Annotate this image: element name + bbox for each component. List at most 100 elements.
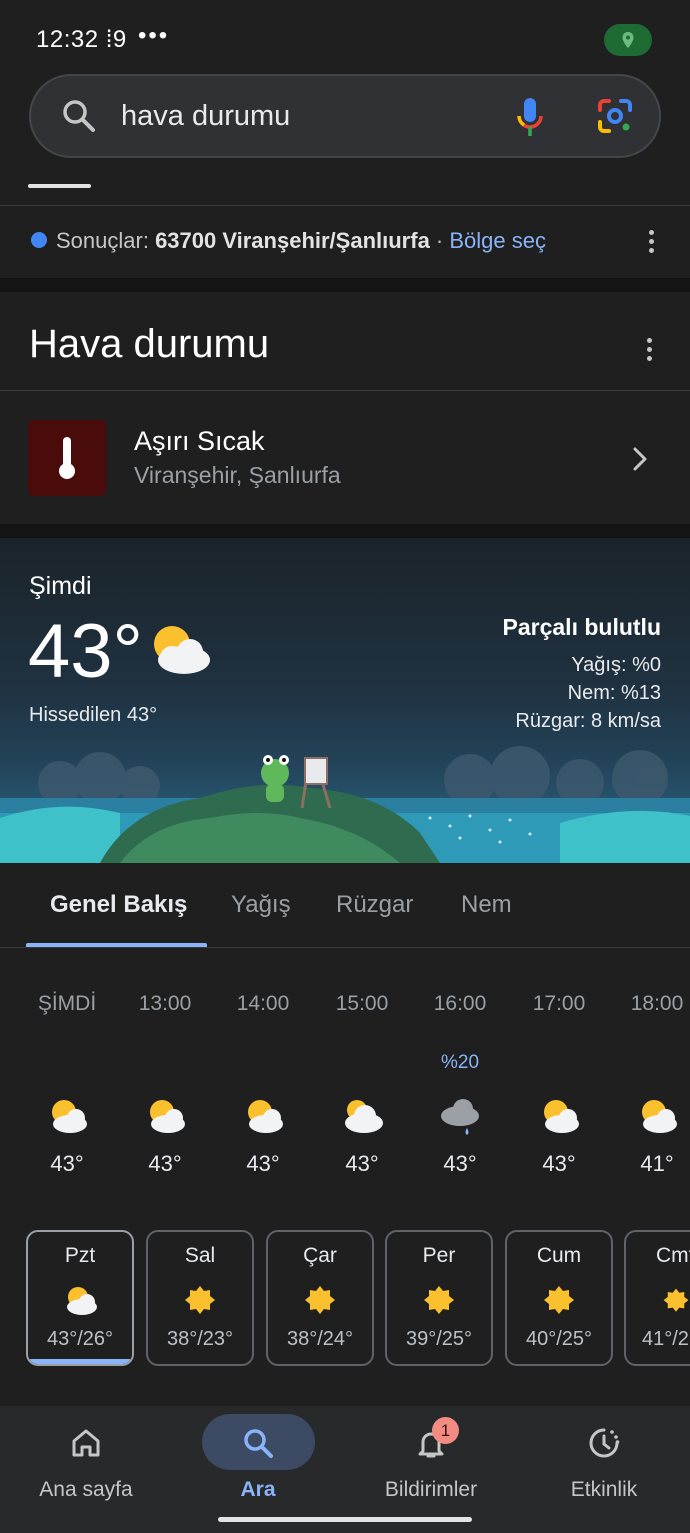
day-temps: 38°/24°	[286, 1328, 354, 1350]
status-time: 12:32 ⁞9	[36, 26, 127, 53]
select-region-link[interactable]: Bölge seç	[449, 228, 546, 253]
results-location-row: Sonuçlar: 63700 Viranşehir/Şanlıurfa · B…	[0, 206, 690, 278]
nav-activity-label: Etkinlik	[570, 1478, 638, 1501]
day-name: Cum	[536, 1244, 582, 1267]
tab-precipitation[interactable]: Yağış	[231, 891, 291, 919]
results-more-icon[interactable]	[648, 230, 654, 256]
home-icon	[0, 1426, 172, 1460]
mostly-cloudy-icon	[317, 1096, 407, 1134]
hour-temp: 43°	[148, 1151, 182, 1176]
condition-text: Parçalı bulutlu	[502, 614, 661, 640]
day-card-friday[interactable]: Cum 40°/25°	[505, 1230, 613, 1366]
partly-cloudy-icon	[612, 1096, 690, 1134]
hour-temp: 43°	[345, 1151, 379, 1176]
hour-label: 16:00	[433, 992, 487, 1015]
day-temps: 41°/2	[642, 1328, 689, 1350]
humidity-text: Nem: %13	[567, 682, 661, 704]
sun-icon	[507, 1284, 611, 1318]
tab-wind[interactable]: Rüzgar	[336, 891, 413, 919]
google-lens-icon[interactable]	[595, 96, 635, 141]
nav-search[interactable]: Ara	[172, 1406, 344, 1533]
nav-home[interactable]: Ana sayfa	[0, 1406, 172, 1533]
nav-home-label: Ana sayfa	[39, 1478, 133, 1501]
hour-label: 14:00	[236, 992, 290, 1015]
nav-notifications[interactable]: Bildirimler	[345, 1406, 517, 1533]
page-title: Hava durumu	[29, 322, 270, 366]
heat-alert-row[interactable]: Aşırı Sıcak Viranşehir, Şanlıurfa	[0, 392, 690, 524]
sun-icon	[268, 1284, 372, 1318]
hour-temp: 43°	[50, 1151, 84, 1176]
rain-cloud-icon	[415, 1096, 505, 1140]
nav-notifications-label: Bildirimler	[384, 1478, 478, 1501]
bell-icon	[345, 1426, 517, 1460]
wind-text: Rüzgar: 8 km/sa	[515, 710, 661, 732]
sun-icon	[387, 1284, 491, 1318]
partly-cloudy-icon	[120, 1096, 210, 1134]
day-name: Sal	[184, 1244, 216, 1267]
gesture-bar[interactable]	[218, 1517, 472, 1522]
hour-temp: 43°	[443, 1151, 477, 1176]
search-input[interactable]: hava durumu	[121, 100, 290, 133]
day-card-tuesday[interactable]: Sal 38°/23°	[146, 1230, 254, 1366]
selected-day-indicator	[28, 1359, 132, 1364]
chevron-right-icon[interactable]	[632, 446, 648, 477]
partly-cloudy-icon	[22, 1096, 112, 1134]
day-temps: 38°/23°	[166, 1328, 234, 1350]
hour-label: 13:00	[138, 992, 192, 1015]
day-name: Çar	[303, 1244, 337, 1267]
hour-label: ŞİMDİ	[37, 992, 97, 1015]
section-gap	[0, 278, 690, 292]
notification-badge: 1	[432, 1417, 459, 1444]
divider	[0, 390, 690, 391]
current-weather-panel: Şimdi 43° Hissedilen 43° Parçalı bulutlu…	[0, 538, 690, 863]
weather-illustration	[0, 746, 690, 863]
alert-location: Viranşehir, Şanlıurfa	[134, 462, 341, 488]
day-name: Pzt	[64, 1244, 96, 1267]
results-location-text: Sonuçlar: 63700 Viranşehir/Şanlıurfa · B…	[56, 228, 546, 253]
sun-icon	[148, 1284, 252, 1318]
tab-overview[interactable]: Genel Bakış	[50, 891, 187, 919]
hour-temp: 41°	[640, 1151, 674, 1176]
mic-icon[interactable]	[515, 96, 545, 143]
day-temps: 43°/26°	[46, 1328, 114, 1350]
weather-tabs: Genel Bakış Yağış Rüzgar Nem	[0, 863, 690, 948]
search-box[interactable]: hava durumu	[29, 74, 661, 158]
day-card-wednesday[interactable]: Çar 38°/24°	[266, 1230, 374, 1366]
thermometer-icon	[28, 420, 106, 496]
day-name: Cmt	[656, 1244, 690, 1267]
partly-cloudy-icon	[514, 1096, 604, 1134]
hour-label: 18:00	[630, 992, 684, 1015]
precip-text: Yağış: %0	[571, 654, 661, 676]
tab-humidity[interactable]: Nem	[461, 891, 512, 919]
day-card-saturday[interactable]: Cmt 41°/2	[624, 1230, 690, 1366]
activity-history-icon	[518, 1426, 690, 1460]
day-temps: 39°/25°	[405, 1328, 473, 1350]
divider	[0, 947, 690, 948]
partly-cloudy-icon	[146, 620, 212, 681]
nav-activity[interactable]: Etkinlik	[518, 1406, 690, 1533]
feels-like: Hissedilen 43°	[29, 704, 158, 726]
hour-label: 17:00	[532, 992, 586, 1015]
status-bar: 12:32 ⁞9 •••	[0, 0, 690, 72]
day-temps: 40°/25°	[525, 1328, 593, 1350]
current-temperature: 43°	[28, 609, 143, 694]
precip-chance: %20	[440, 1052, 480, 1073]
hour-temp: 43°	[246, 1151, 280, 1176]
hour-temp: 43°	[542, 1151, 576, 1176]
hour-label: 15:00	[335, 992, 389, 1015]
weather-more-icon[interactable]	[646, 338, 652, 364]
nav-search-label: Ara	[240, 1478, 276, 1501]
status-overflow-dots: •••	[138, 22, 170, 49]
day-card-thursday[interactable]: Per 39°/25°	[385, 1230, 493, 1366]
day-card-monday[interactable]: Pzt 43°/26°	[26, 1230, 134, 1366]
search-icon	[172, 1426, 344, 1460]
location-dot-icon	[31, 232, 47, 248]
search-icon[interactable]	[61, 98, 97, 139]
alert-title: Aşırı Sıcak	[134, 426, 265, 456]
location-indicator-icon	[604, 24, 652, 56]
now-label: Şimdi	[29, 572, 92, 600]
partly-cloudy-icon	[218, 1096, 308, 1134]
section-gap	[0, 524, 690, 538]
search-tab-indicator	[28, 184, 91, 188]
day-name: Per	[422, 1244, 456, 1267]
